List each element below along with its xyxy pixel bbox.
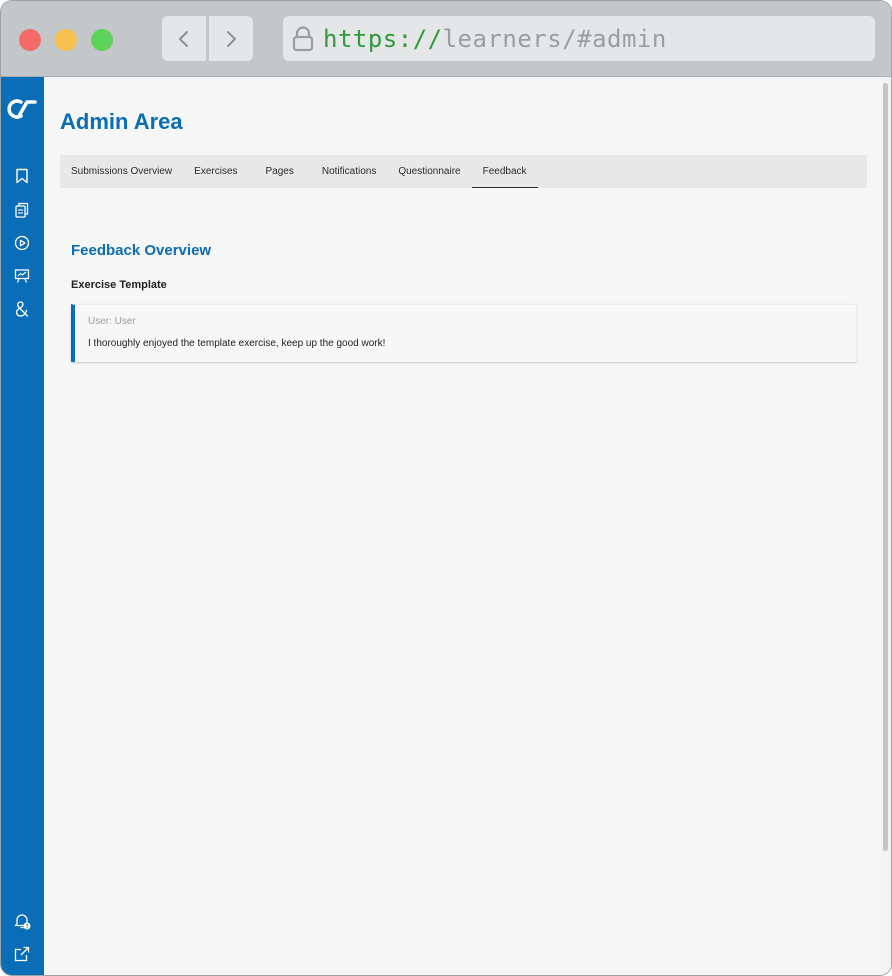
external-link-icon[interactable] xyxy=(13,945,31,963)
tab-submissions-overview[interactable]: Submissions Overview xyxy=(60,155,183,188)
chevron-left-icon xyxy=(179,30,188,47)
admin-tabs: Submissions Overview Exercises Pages Not… xyxy=(60,155,867,188)
lock-icon xyxy=(292,26,314,52)
documents-icon[interactable] xyxy=(13,201,31,219)
scrollbar[interactable] xyxy=(881,77,891,975)
sidebar: ? xyxy=(1,77,44,975)
back-button[interactable] xyxy=(162,16,206,61)
tab-questionnaire[interactable]: Questionnaire xyxy=(387,155,471,188)
url-scheme: https:// xyxy=(323,25,443,53)
tab-pages[interactable]: Pages xyxy=(249,155,311,188)
page-title: Admin Area xyxy=(60,109,183,134)
chevron-right-icon xyxy=(227,30,236,47)
forward-button[interactable] xyxy=(209,16,253,61)
browser-toolbar: https://learners/#admin xyxy=(1,1,891,77)
close-window-button[interactable] xyxy=(19,29,41,51)
play-icon[interactable] xyxy=(13,234,31,252)
svg-text:?: ? xyxy=(25,924,28,930)
ampersand-icon[interactable] xyxy=(13,300,31,318)
presentation-chart-icon[interactable] xyxy=(13,267,31,285)
tab-feedback[interactable]: Feedback xyxy=(471,155,538,188)
scrollbar-thumb[interactable] xyxy=(883,83,888,851)
tab-notifications[interactable]: Notifications xyxy=(311,155,387,188)
browser-window: https://learners/#admin ? Admin Area Sub… xyxy=(0,0,892,976)
feedback-user: User: User xyxy=(88,316,136,327)
tab-exercises[interactable]: Exercises xyxy=(183,155,248,188)
logo-icon[interactable] xyxy=(7,97,39,121)
feedback-card: User: User I thoroughly enjoyed the temp… xyxy=(71,304,856,362)
minimize-window-button[interactable] xyxy=(55,29,77,51)
feedback-text: I thoroughly enjoyed the template exerci… xyxy=(88,338,386,349)
maximize-window-button[interactable] xyxy=(91,29,113,51)
exercise-group-heading: Exercise Template xyxy=(71,279,167,291)
main-content: Admin Area Submissions Overview Exercise… xyxy=(44,77,891,975)
bell-help-icon[interactable]: ? xyxy=(13,912,31,930)
url-text: https://learners/#admin xyxy=(323,25,667,53)
feedback-overview-heading: Feedback Overview xyxy=(71,242,212,259)
url-path: learners/#admin xyxy=(442,25,667,53)
address-bar[interactable]: https://learners/#admin xyxy=(283,16,875,61)
bookmark-icon[interactable] xyxy=(13,167,31,185)
